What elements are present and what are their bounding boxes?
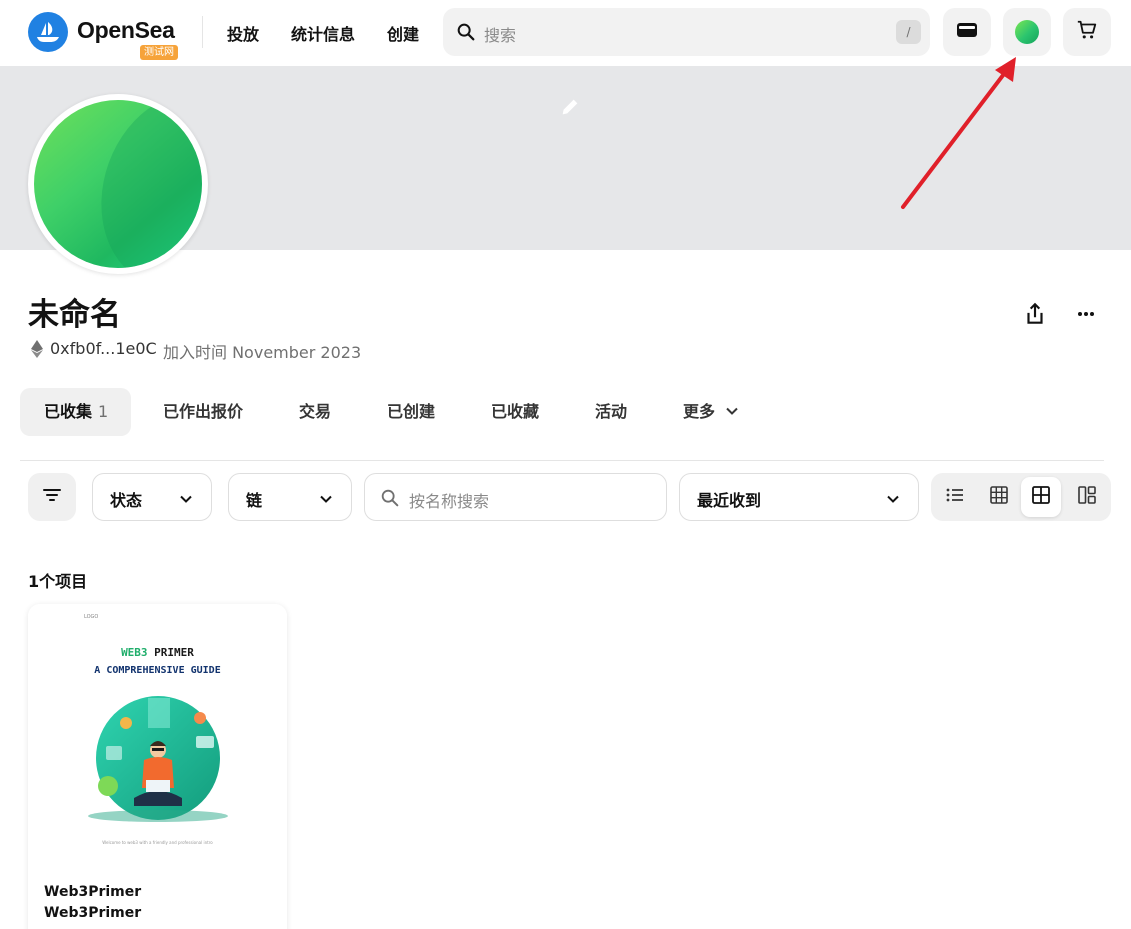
tab-activity[interactable]: 活动: [595, 388, 627, 436]
share-icon[interactable]: [1022, 301, 1048, 331]
cover-illustration: [88, 696, 228, 822]
cover-title: WEB3 PRIMER: [121, 646, 194, 659]
testnet-badge: 测试网: [140, 45, 178, 60]
nav-create[interactable]: 创建: [387, 21, 419, 45]
chevron-down-icon: [886, 491, 900, 510]
top-header: OpenSea 测试网 投放 统计信息 创建 搜索 /: [0, 0, 1131, 66]
tab-offers-made[interactable]: 已作出报价: [163, 388, 243, 436]
grid-large-icon: [1032, 486, 1050, 508]
nav-stats[interactable]: 统计信息: [291, 21, 355, 45]
tab-created[interactable]: 已创建: [387, 388, 435, 436]
nft-card[interactable]: LOGO WEB3 PRIMER A COMPREHENSIVE GUIDE W…: [28, 604, 287, 929]
tab-collected[interactable]: 已收集 1: [20, 388, 131, 436]
sort-dropdown[interactable]: 最近收到: [679, 473, 919, 521]
chevron-down-icon: [319, 491, 333, 510]
search-shortcut-key: /: [896, 20, 921, 44]
filter-icon: [42, 487, 62, 507]
avatar-icon: [1015, 20, 1039, 44]
list-view-button[interactable]: [935, 477, 975, 517]
view-mode-toggle: [931, 473, 1111, 521]
global-search-input[interactable]: 搜索 /: [443, 8, 930, 56]
chain-dropdown[interactable]: 链: [228, 473, 352, 521]
tab-more[interactable]: 更多: [683, 388, 739, 436]
pencil-icon[interactable]: [559, 96, 581, 122]
tab-deals[interactable]: 交易: [299, 388, 331, 436]
status-dropdown[interactable]: 状态: [92, 473, 212, 521]
more-options-icon[interactable]: [1072, 302, 1100, 330]
search-icon: [379, 487, 401, 513]
nft-cover-image[interactable]: LOGO WEB3 PRIMER A COMPREHENSIVE GUIDE W…: [28, 604, 287, 868]
tabs-divider: [20, 460, 1104, 461]
brand-name[interactable]: OpenSea: [77, 17, 175, 44]
grid-large-view-button[interactable]: [1021, 477, 1061, 517]
wallet-button[interactable]: [943, 8, 991, 56]
search-placeholder: 搜索: [484, 26, 517, 45]
chevron-down-icon: [179, 491, 193, 510]
wallet-icon: [956, 21, 978, 43]
cover-logo: LOGO: [84, 614, 99, 620]
masonry-view-icon: [1078, 486, 1096, 508]
profile-avatar[interactable]: [28, 94, 208, 274]
nft-collection[interactable]: Web3Primer: [44, 905, 141, 921]
joined-date: 加入时间 November 2023: [163, 343, 362, 362]
profile-menu-button[interactable]: [1003, 8, 1051, 56]
name-search-input[interactable]: 按名称搜索: [364, 473, 667, 521]
search-icon: [455, 21, 477, 47]
chevron-down-icon: [725, 389, 739, 437]
filter-toggle-button[interactable]: [28, 473, 76, 521]
nav-drops[interactable]: 投放: [227, 21, 259, 45]
name-search-placeholder: 按名称搜索: [409, 492, 490, 511]
ethereum-icon: [31, 340, 43, 362]
tab-favorited[interactable]: 已收藏: [491, 388, 539, 436]
header-divider: [202, 16, 203, 48]
profile-name: 未命名: [28, 297, 121, 333]
tab-collected-count: 1: [98, 402, 109, 421]
results-count: 1个项目: [28, 572, 88, 591]
grid-small-view-button[interactable]: [979, 477, 1019, 517]
masonry-view-button[interactable]: [1067, 477, 1107, 517]
cover-subtitle: A COMPREHENSIVE GUIDE: [94, 665, 221, 676]
cart-icon: [1076, 19, 1098, 45]
cover-footer: Welcome to web3 with a friendly and prof…: [102, 840, 213, 845]
cart-button[interactable]: [1063, 8, 1111, 56]
opensea-logo-icon[interactable]: [28, 12, 68, 52]
wallet-address[interactable]: 0xfb0f...1e0C: [50, 339, 157, 358]
nft-title: Web3Primer: [44, 884, 142, 900]
grid-small-icon: [990, 486, 1008, 508]
list-view-icon: [946, 487, 964, 507]
